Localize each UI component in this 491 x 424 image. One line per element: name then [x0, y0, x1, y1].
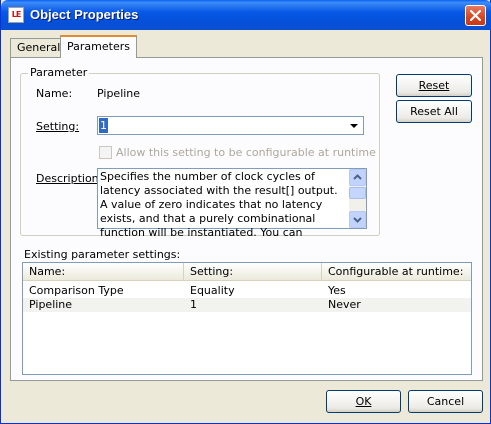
description-label: Description: — [36, 172, 103, 185]
close-button[interactable] — [465, 5, 486, 26]
row-configurable: Yes — [328, 284, 346, 297]
scroll-thumb[interactable] — [349, 187, 366, 199]
dropdown-arrow-button[interactable] — [346, 118, 362, 133]
scroll-up-button[interactable] — [349, 169, 366, 186]
window-title: Object Properties — [30, 7, 139, 22]
parameter-group-label: Parameter — [28, 66, 90, 79]
cancel-button[interactable]: Cancel — [408, 390, 483, 413]
arrow-down-icon — [353, 217, 362, 223]
allow-runtime-label: Allow this setting to be configurable at… — [116, 146, 376, 159]
allow-runtime-checkbox[interactable] — [99, 146, 112, 159]
ok-button[interactable]: OK — [326, 390, 401, 413]
title-bar[interactable]: LE Object Properties — [1, 0, 491, 30]
setting-select[interactable]: 1 — [97, 116, 364, 135]
tab-general[interactable]: General — [10, 38, 68, 57]
cancel-button-label: Cancel — [426, 395, 465, 408]
reset-all-button-label: Reset All — [410, 105, 458, 118]
row-setting: Equality — [190, 284, 235, 297]
name-label: Name: — [36, 87, 73, 100]
column-header-configurable[interactable]: Configurable at runtime: — [322, 263, 471, 280]
setting-selected-value: 1 — [99, 118, 108, 133]
close-icon — [470, 10, 481, 21]
description-text: Specifies the number of clock cycles of … — [100, 170, 338, 239]
row-name: Comparison Type — [29, 284, 124, 297]
existing-settings-label: Existing parameter settings: — [24, 248, 181, 261]
reset-button[interactable]: Reset — [396, 74, 472, 97]
list-header: Name: Setting: Configurable at runtime: — [23, 263, 471, 281]
table-row[interactable]: Pipeline 1 Never — [23, 298, 471, 312]
description-textbox[interactable]: Specifies the number of clock cycles of … — [97, 168, 367, 239]
description-scrollbar[interactable] — [349, 169, 366, 228]
row-configurable: Never — [328, 298, 361, 311]
setting-label: Setting: — [36, 120, 80, 133]
table-row[interactable]: Comparison Type Equality Yes — [23, 284, 471, 298]
scroll-down-button[interactable] — [349, 211, 366, 228]
reset-all-button[interactable]: Reset All — [396, 100, 472, 123]
row-setting: 1 — [190, 298, 197, 311]
object-properties-dialog: LE Object Properties General Parameters … — [0, 0, 491, 424]
column-header-name[interactable]: Name: — [23, 263, 184, 280]
name-value: Pipeline — [97, 87, 141, 100]
row-name: Pipeline — [29, 298, 73, 311]
arrow-up-icon — [353, 174, 362, 180]
ok-button-label: OK — [355, 395, 372, 408]
tab-parameters[interactable]: Parameters — [60, 35, 137, 58]
existing-settings-list[interactable]: Name: Setting: Configurable at runtime: … — [22, 262, 472, 375]
reset-button-label: Reset — [418, 79, 450, 92]
app-icon: LE — [8, 7, 24, 23]
column-header-setting[interactable]: Setting: — [184, 263, 322, 280]
chevron-down-icon — [350, 124, 358, 128]
